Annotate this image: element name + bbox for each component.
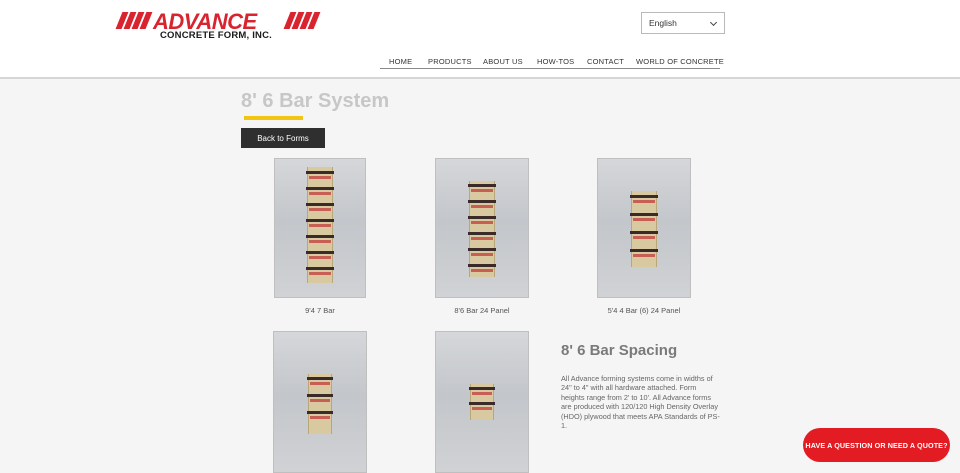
logo-stripes-left xyxy=(115,12,155,29)
quote-chat-button[interactable]: HAVE A QUESTION OR NEED A QUOTE? xyxy=(803,428,950,462)
gallery-image-5[interactable] xyxy=(435,331,529,473)
nav-about-us[interactable]: ABOUT US xyxy=(483,57,523,66)
nav-products[interactable]: PRODUCTS xyxy=(428,57,472,66)
form-panel-stack xyxy=(469,384,495,420)
nav-home[interactable]: HOME xyxy=(389,57,412,66)
logo-tagline: CONCRETE FORM, INC. xyxy=(160,30,272,41)
form-panel-stack xyxy=(630,191,658,267)
chevron-down-icon xyxy=(709,18,718,27)
site-header: ADVANCE CONCRETE FORM, INC. English HOME… xyxy=(0,0,960,79)
main-nav: HOME PRODUCTS ABOUT US HOW-TOS CONTACT W… xyxy=(380,54,724,69)
gallery-image-4[interactable] xyxy=(273,331,367,473)
logo-stripes-right xyxy=(283,12,321,29)
gallery-image-5-4-4-bar[interactable] xyxy=(597,158,691,298)
page-title: 8' 6 Bar System xyxy=(241,90,390,112)
title-underline xyxy=(244,116,303,120)
nav-world-of-concrete[interactable]: WORLD OF CONCRETE xyxy=(636,57,724,66)
spacing-description: All Advance forming systems come in widt… xyxy=(561,374,720,431)
back-to-forms-button[interactable]: Back to Forms xyxy=(241,128,325,148)
gallery-image-8-6-bar-24-panel[interactable] xyxy=(435,158,529,298)
language-select[interactable]: English xyxy=(641,12,725,34)
gallery-caption: 9'4 7 Bar xyxy=(305,306,335,315)
form-panel-stack xyxy=(307,374,333,434)
gallery-caption: 5'4 4 Bar (6) 24 Panel xyxy=(607,306,681,315)
form-panel-stack xyxy=(468,181,496,277)
company-logo[interactable]: ADVANCE CONCRETE FORM, INC. xyxy=(115,9,323,42)
spacing-heading: 8' 6 Bar Spacing xyxy=(561,342,678,359)
nav-how-tos[interactable]: HOW-TOS xyxy=(537,57,574,66)
gallery-image-9-4-7-bar[interactable] xyxy=(274,158,366,298)
language-selected: English xyxy=(649,18,677,28)
gallery-caption: 8'6 Bar 24 Panel xyxy=(454,306,510,315)
form-panel-stack xyxy=(306,167,334,283)
nav-contact[interactable]: CONTACT xyxy=(587,57,624,66)
